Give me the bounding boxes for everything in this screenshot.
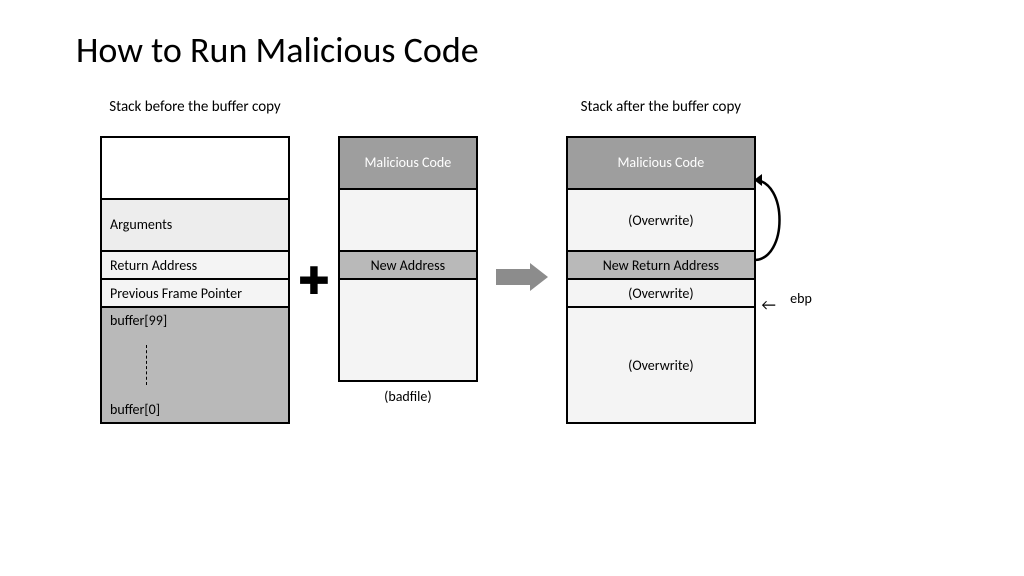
buffer-top-label: buffer[99] — [110, 312, 280, 329]
before-return-address: Return Address — [102, 250, 288, 278]
buffer-bottom-label: buffer[0] — [110, 401, 280, 418]
curve-arrow-icon — [748, 160, 792, 270]
diagram: Stack before the buffer copy Arguments R… — [0, 98, 1024, 424]
after-new-return: New Return Address — [568, 250, 754, 278]
badfile-malicious: Malicious Code — [340, 136, 476, 188]
before-empty-top — [102, 136, 288, 198]
plus-icon: ✚ — [298, 263, 330, 301]
before-frame-pointer: Previous Frame Pointer — [102, 278, 288, 306]
col-before: Stack before the buffer copy Arguments R… — [100, 98, 290, 424]
before-arguments: Arguments — [102, 198, 288, 250]
arrow-icon — [496, 263, 548, 291]
after-overwrite3: (Overwrite) — [568, 306, 754, 424]
after-malicious: Malicious Code — [568, 136, 754, 188]
before-title: Stack before the buffer copy — [109, 98, 280, 116]
badfile-empty1 — [340, 188, 476, 250]
after-overwrite2: (Overwrite) — [568, 278, 754, 306]
badfile-caption: (badfile) — [384, 388, 432, 405]
ebp-arrow-icon: ← — [761, 296, 775, 315]
stack-after: Malicious Code (Overwrite) New Return Ad… — [566, 136, 756, 424]
stack-badfile: Malicious Code New Address — [338, 136, 478, 382]
page-title: How to Run Malicious Code — [0, 0, 1024, 72]
after-title: Stack after the buffer copy — [581, 98, 741, 116]
before-buffer: buffer[99] buffer[0] — [102, 306, 288, 424]
col-badfile: Malicious Code New Address (badfile) — [338, 98, 478, 405]
badfile-empty2 — [340, 278, 476, 382]
buffer-dots-icon — [146, 345, 147, 385]
stack-before: Arguments Return Address Previous Frame … — [100, 136, 290, 424]
badfile-spacer-title — [406, 98, 409, 116]
after-overwrite1: (Overwrite) — [568, 188, 754, 250]
ebp-label: ebp — [790, 290, 812, 307]
badfile-new-address: New Address — [340, 250, 476, 278]
col-after: Stack after the buffer copy Malicious Co… — [566, 98, 756, 424]
